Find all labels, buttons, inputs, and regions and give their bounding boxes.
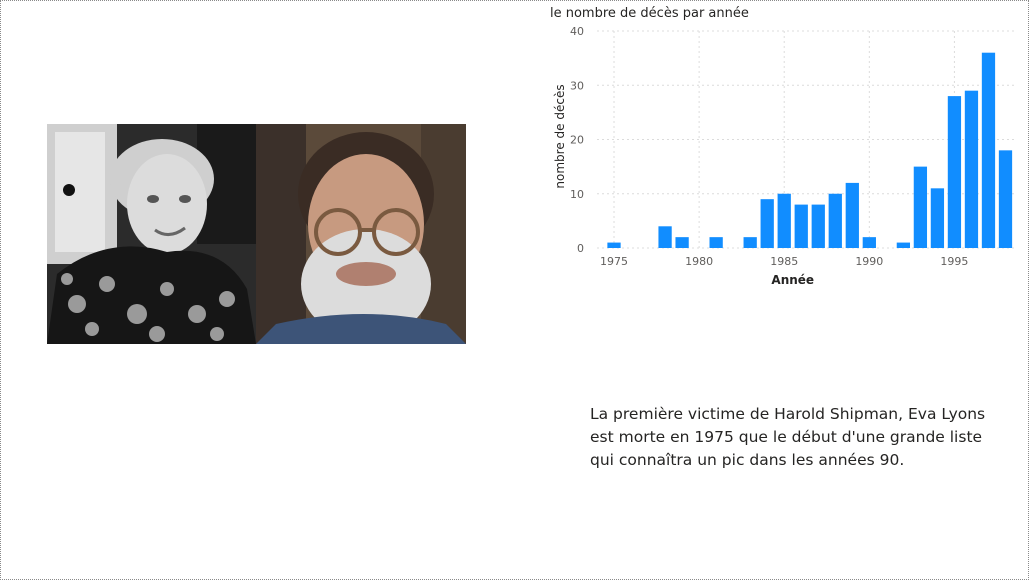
bar-1981[interactable] [709, 237, 723, 248]
bar-1983[interactable] [743, 237, 757, 248]
caption-line: est morte en 1975 que le début d'une gra… [590, 428, 983, 446]
bar-1985[interactable] [777, 193, 791, 248]
bar-1994[interactable] [930, 188, 945, 248]
x-tick-label: 1995 [940, 255, 968, 268]
x-axis-ticks: 1975 1980 1985 1990 1995 [600, 255, 968, 268]
y-axis-label: nombre de décès [553, 84, 567, 188]
caption-line: La première victime de Harold Shipman, E… [590, 405, 986, 423]
x-tick-label: 1990 [855, 255, 883, 268]
chart-title: le nombre de décès par année [550, 6, 749, 21]
bar-1997[interactable] [981, 52, 996, 249]
x-tick-label: 1985 [770, 255, 798, 268]
bar-1992[interactable] [896, 242, 911, 248]
x-tick-label: 1980 [685, 255, 713, 268]
y-tick-label: 20 [570, 134, 584, 147]
bar-1978[interactable] [658, 226, 672, 248]
x-axis-label: Année [771, 273, 814, 287]
y-tick-label: 30 [570, 79, 584, 92]
bar-1986[interactable] [794, 204, 808, 248]
bar-1989[interactable] [845, 182, 859, 248]
y-tick-label: 40 [570, 25, 584, 38]
x-tick-label: 1975 [600, 255, 628, 268]
y-axis-ticks: 0 10 20 30 40 [570, 25, 584, 255]
victim-photo [47, 124, 256, 344]
caption-line: qui connaîtra un pic dans les années 90. [590, 451, 905, 469]
bar-chart: 0 10 20 30 40 1975 1980 1985 1990 1995 nombre de… [553, 25, 1014, 287]
bar-1988[interactable] [828, 193, 842, 248]
shipman-photo [256, 124, 466, 344]
bar-1993[interactable] [913, 166, 928, 248]
bar-1996[interactable] [964, 90, 979, 248]
bar-1998[interactable] [998, 150, 1013, 248]
bar-1975[interactable] [607, 242, 621, 248]
photo-strip [47, 124, 466, 344]
y-tick-label: 0 [577, 242, 584, 255]
bar-1995[interactable] [947, 96, 962, 248]
caption-text: La première victime de Harold Shipman, E… [590, 403, 990, 472]
bar-series [607, 52, 1013, 249]
y-tick-label: 10 [570, 188, 584, 201]
bar-1979[interactable] [675, 237, 689, 248]
bar-1990[interactable] [862, 237, 876, 248]
bar-1987[interactable] [811, 204, 825, 248]
bar-1984[interactable] [760, 199, 774, 248]
